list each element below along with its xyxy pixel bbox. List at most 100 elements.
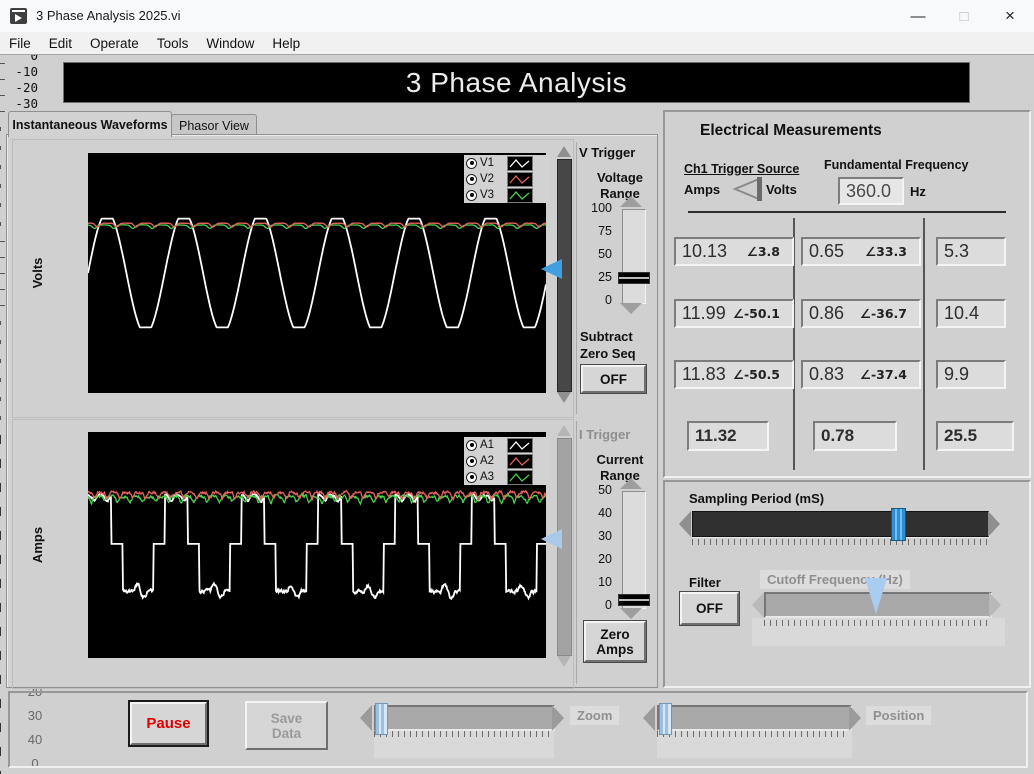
plot-visible-radio-icon[interactable] — [466, 189, 477, 201]
plot-visible-radio-icon[interactable] — [466, 455, 477, 467]
legend-item-v1[interactable]: V1 — [464, 155, 550, 171]
zoom-slider-handle[interactable] — [375, 703, 388, 735]
measurement-value-box: 0.86 ∠-36.7 — [801, 299, 921, 328]
series-a2 — [88, 489, 546, 502]
measurement-value-box: 11.83 ∠-50.5 — [674, 360, 794, 389]
position-left-arrow-icon[interactable] — [643, 705, 655, 731]
minimize-icon[interactable]: — — [895, 0, 941, 32]
legend-line-sample-icon[interactable] — [507, 155, 533, 171]
average-value: 0.78 — [821, 426, 855, 445]
v-trigger-level-up-icon[interactable] — [557, 146, 571, 157]
legend-label: V1 — [480, 157, 495, 169]
cutoff-left-arrow-icon[interactable] — [752, 592, 764, 618]
sampling-slider-handle-right-arrow-icon[interactable] — [988, 511, 1000, 537]
menu-item-edit[interactable]: Edit — [40, 34, 81, 53]
legend-item-a2[interactable]: A2 — [464, 453, 550, 469]
cutoff-slider-ticks — [764, 620, 988, 626]
cutoff-tick-label-mark — [0, 579, 1, 588]
voltage-range-scale-label: 0 — [605, 293, 612, 307]
plot-visible-radio-icon[interactable] — [466, 173, 477, 185]
current-range-down-icon[interactable] — [620, 608, 642, 619]
legend-item-v2[interactable]: V2 — [464, 171, 550, 187]
legend-label: A1 — [480, 439, 495, 451]
voltage-range-scale-label: 50 — [598, 247, 612, 261]
position-right-arrow-icon[interactable] — [849, 705, 861, 731]
plot-visible-radio-icon[interactable] — [466, 157, 477, 169]
average-value-box: 25.5 — [936, 421, 1014, 451]
measurement-value-box: 0.65 ∠33.3 — [801, 237, 921, 266]
close-icon[interactable]: × — [987, 0, 1033, 32]
menu-bar: File Edit Operate Tools Window Help — [0, 32, 1034, 55]
sampling-slider-handle[interactable] — [891, 508, 906, 541]
menu-item-operate[interactable]: Operate — [81, 34, 148, 53]
fundamental-frequency-field[interactable]: 360.0 — [838, 177, 904, 205]
trigger-source-switch[interactable] — [731, 176, 763, 202]
voltage-range-scale-label: 100 — [591, 201, 612, 215]
v-trigger-level-pointer-icon[interactable] — [541, 259, 562, 279]
position-slider-track[interactable] — [657, 705, 852, 731]
zoom-tick-label-mark — [0, 675, 1, 684]
zoom-left-arrow-icon[interactable] — [360, 705, 372, 731]
sampling-left-arrow-icon[interactable] — [679, 511, 691, 537]
legend-line-sample-icon[interactable] — [507, 469, 533, 485]
legend-line-sample-icon[interactable] — [507, 171, 533, 187]
cutoff-slider-pointer-icon[interactable] — [865, 578, 887, 614]
plot-visible-radio-icon[interactable] — [466, 439, 477, 451]
legend-label: A2 — [480, 455, 495, 467]
sampling-tick-label-mark — [0, 531, 1, 540]
zoom-right-arrow-icon[interactable] — [552, 705, 564, 731]
voltage-range-track[interactable] — [622, 209, 646, 304]
sampling-slider-ticks — [692, 539, 987, 545]
menu-item-help[interactable]: Help — [263, 34, 309, 53]
i-trigger-level-up-icon[interactable] — [557, 425, 571, 436]
window-titlebar: 3 Phase Analysis 2025.vi — □ × — [0, 0, 1034, 33]
current-range-handle[interactable] — [618, 594, 650, 606]
measurement-value-box: 11.99 ∠-50.1 — [674, 299, 794, 328]
menu-item-file[interactable]: File — [0, 34, 40, 53]
tab-phasor-view[interactable]: Phasor View — [171, 114, 257, 136]
plot-visible-radio-icon[interactable] — [466, 471, 477, 483]
legend-line-sample-icon[interactable] — [507, 187, 533, 203]
i-trigger-level-down-icon[interactable] — [557, 656, 571, 667]
current-range-track[interactable] — [622, 491, 646, 609]
legend-label: A3 — [480, 471, 495, 483]
cutoff-right-arrow-icon[interactable] — [989, 592, 1001, 618]
measurement-value: 5.3 — [944, 241, 970, 261]
maximize-icon[interactable]: □ — [941, 0, 987, 32]
current-range-scale-label: 0 — [605, 598, 612, 612]
menu-item-tools[interactable]: Tools — [148, 34, 198, 53]
current-range-up-icon[interactable] — [620, 478, 642, 489]
tab-instantaneous-waveforms[interactable]: Instantaneous Waveforms — [8, 111, 172, 137]
subtract-zero-seq-label: Subtract Zero Seq — [580, 329, 636, 361]
legend-item-a3[interactable]: A3 — [464, 469, 550, 485]
voltage-range-handle[interactable] — [618, 272, 650, 284]
sampling-tick-label-mark — [0, 483, 1, 492]
measurement-value: 0.83 — [809, 364, 845, 384]
zoom-slider-track[interactable] — [374, 705, 555, 731]
pause-button[interactable]: Pause — [128, 700, 209, 747]
filter-button[interactable]: OFF — [680, 592, 739, 625]
save-data-button[interactable]: Save Data — [245, 701, 328, 750]
v-trigger-level-down-icon[interactable] — [557, 392, 571, 403]
sampling-slider-track[interactable] — [692, 511, 989, 537]
legend-line-sample-icon[interactable] — [507, 437, 533, 453]
position-slider-handle[interactable] — [659, 703, 672, 735]
measurement-value: 11.99 — [682, 303, 726, 323]
sampling-tick-label-mark — [0, 435, 1, 444]
legend-line-sample-icon[interactable] — [507, 453, 533, 469]
subtract-zero-seq-button[interactable]: OFF — [581, 365, 646, 393]
series-v1 — [88, 217, 546, 329]
average-value: 11.32 — [695, 426, 737, 445]
zoom-label: Zoom — [570, 706, 620, 725]
i-trigger-level-pointer-icon[interactable] — [541, 529, 562, 549]
measurement-value-box: 0.83 ∠-37.4 — [801, 360, 921, 389]
measurement-value: 9.9 — [944, 364, 970, 384]
measurement-angle: ∠-37.4 — [859, 367, 907, 382]
legend-item-a1[interactable]: A1 — [464, 437, 550, 453]
average-value-box: 11.32 — [687, 421, 769, 451]
legend-item-v3[interactable]: V3 — [464, 187, 550, 203]
voltage-range-down-icon[interactable] — [620, 303, 642, 314]
zero-amps-button[interactable]: Zero Amps — [584, 621, 646, 662]
menu-item-window[interactable]: Window — [197, 34, 263, 53]
voltage-range-up-icon[interactable] — [620, 196, 642, 207]
